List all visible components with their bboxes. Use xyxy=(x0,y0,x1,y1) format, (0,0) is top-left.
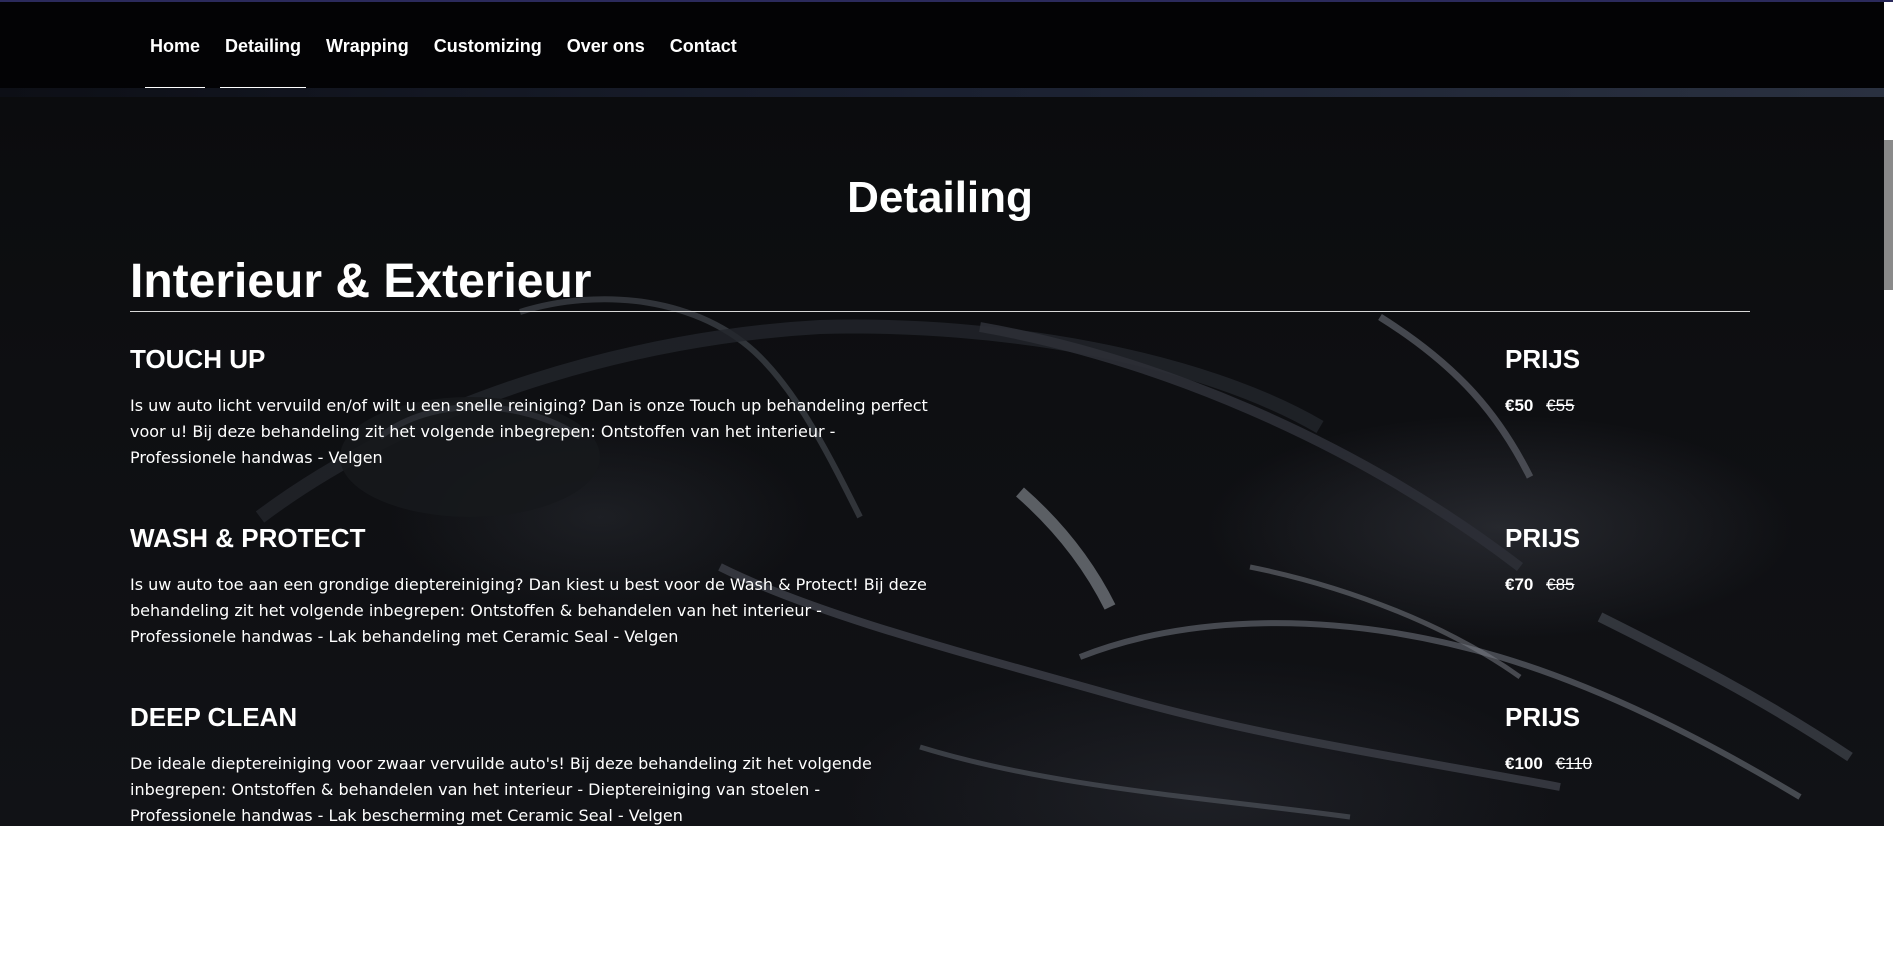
nav-wrapping[interactable]: Wrapping xyxy=(321,4,414,90)
price-original: €85 xyxy=(1546,575,1575,594)
main-nav: Home Detailing Wrapping Customizing Over… xyxy=(145,4,757,90)
price-label: PRIJS xyxy=(1505,523,1581,553)
service-name: TOUCH UP xyxy=(130,344,266,374)
service-description: Is uw auto licht vervuild en/of wilt u e… xyxy=(130,396,928,467)
nav-contact[interactable]: Contact xyxy=(665,4,742,90)
price-label: PRIJS xyxy=(1505,344,1581,374)
scrollbar-thumb[interactable] xyxy=(1884,140,1893,290)
price-row: €100 €110 xyxy=(1505,751,1592,777)
navbar-shadow xyxy=(0,88,1884,97)
price-row: €50 €55 xyxy=(1505,393,1574,419)
price-row: €70 €85 xyxy=(1505,572,1574,598)
service-name: DEEP CLEAN xyxy=(130,702,298,732)
price-current: €50 xyxy=(1505,396,1534,415)
page: Home Detailing Wrapping Customizing Over… xyxy=(0,0,1893,968)
service-deep-clean: DEEP CLEAN De ideale dieptereiniging voo… xyxy=(130,702,1750,826)
section-divider xyxy=(130,311,1750,312)
price-label: PRIJS xyxy=(1505,702,1581,732)
page-title: Detailing xyxy=(847,173,1033,222)
price-current: €100 xyxy=(1505,754,1543,773)
price-current: €70 xyxy=(1505,575,1534,594)
price-original: €110 xyxy=(1555,754,1593,773)
nav-over-ons[interactable]: Over ons xyxy=(562,4,650,90)
navbar: Home Detailing Wrapping Customizing Over… xyxy=(0,2,1884,90)
nav-detailing[interactable]: Detailing xyxy=(220,4,307,90)
service-description: De ideale dieptereiniging voor zwaar ver… xyxy=(130,754,872,825)
section-title: Interieur & Exterieur xyxy=(130,255,592,308)
nav-home[interactable]: Home xyxy=(145,4,206,90)
service-name: WASH & PROTECT xyxy=(130,523,366,553)
service-touch-up: TOUCH UP Is uw auto licht vervuild en/of… xyxy=(130,344,1750,504)
service-description: Is uw auto toe aan een grondige dieptere… xyxy=(130,575,927,646)
price-original: €55 xyxy=(1546,396,1575,415)
service-wash-protect: WASH & PROTECT Is uw auto toe aan een gr… xyxy=(130,523,1750,683)
nav-customizing[interactable]: Customizing xyxy=(429,4,547,90)
